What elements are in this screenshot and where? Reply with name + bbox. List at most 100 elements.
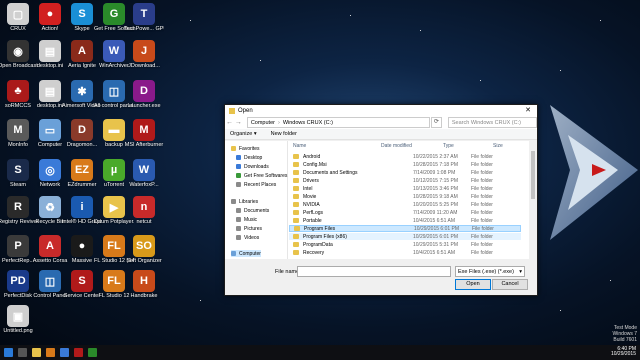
file-type: File folder — [471, 249, 493, 256]
desktop-icon[interactable]: D Launcher.exe — [127, 80, 161, 109]
desktop-icon[interactable]: H Handbrake — [128, 270, 160, 299]
refresh-icon[interactable]: ⟳ — [430, 117, 442, 128]
folder-icon — [293, 170, 299, 175]
taskbar-app-icon[interactable] — [88, 348, 97, 357]
app-icon: EZ — [71, 159, 93, 181]
nav-item[interactable]: Music — [236, 216, 257, 223]
system-clock[interactable]: 6:40 PM 10/29/2015 — [611, 347, 636, 357]
file-name: PerfLogs — [303, 209, 324, 216]
desktop-icon[interactable]: M MSI Afterburner — [125, 119, 163, 148]
desktop-icon[interactable]: SO Soft Organizer — [126, 235, 162, 264]
column-header-type[interactable]: Type — [443, 143, 454, 149]
nav-item[interactable]: Recent Places — [236, 181, 276, 188]
open-button[interactable]: Open — [455, 279, 491, 290]
taskbar-app-icon[interactable] — [46, 348, 55, 357]
file-date: 7/14/2009 1:08 PM — [413, 169, 456, 176]
file-row[interactable]: Config.Msi 10/28/2015 7:18 PM File folder — [289, 161, 521, 168]
folder-icon — [294, 226, 300, 231]
desktop-icon[interactable]: n netcut — [128, 196, 160, 225]
navigation-pane: Favorites Desktop Downloads Get Free Softwa… — [225, 141, 288, 259]
breadcrumb-computer[interactable]: Computer — [251, 120, 275, 126]
nav-item[interactable]: Desktop — [236, 154, 262, 161]
close-icon[interactable]: ✕ — [519, 105, 537, 116]
nav-item[interactable]: Favorites — [231, 145, 260, 152]
app-icon: W — [103, 40, 125, 62]
column-header-name[interactable]: Name — [293, 143, 306, 149]
cancel-button[interactable]: Cancel — [492, 279, 528, 290]
file-name: Intel — [303, 185, 313, 192]
desktop-icon[interactable]: W WaterfoxP... — [128, 159, 160, 188]
app-icon: D — [133, 80, 155, 102]
file-name: Portable — [303, 217, 322, 224]
file-row[interactable]: Movie 10/28/2015 9:18 AM File folder — [289, 193, 521, 200]
vertical-scrollbar[interactable] — [529, 141, 537, 259]
file-type-value: Exe Files (.exe) (*.exe) — [458, 268, 514, 275]
nav-item[interactable]: Downloads — [236, 163, 269, 170]
nav-item[interactable]: Videos — [236, 234, 259, 241]
nav-item[interactable]: Documents — [236, 207, 269, 214]
folder-icon — [293, 186, 299, 191]
dialog-body: Favorites Desktop Downloads Get Free Softwa… — [225, 141, 537, 259]
column-header-size[interactable]: Size — [493, 143, 503, 149]
nav-item[interactable]: Computer — [231, 250, 261, 257]
file-type-select[interactable]: Exe Files (.exe) (*.exe) ▾ — [455, 266, 525, 277]
file-row[interactable]: Documents and Settings 7/14/2009 1:08 PM F… — [289, 169, 521, 176]
app-icon: ✱ — [71, 80, 93, 102]
file-row[interactable]: Recovery 10/4/2015 6:51 AM File folder — [289, 249, 521, 256]
nav-item[interactable]: Pictures — [236, 225, 262, 232]
app-icon: ▤ — [39, 40, 61, 62]
app-icon: W — [133, 159, 155, 181]
command-bar: Organize ▾ New folder — [225, 129, 537, 140]
folder-icon — [293, 202, 299, 207]
file-type: File folder — [471, 209, 493, 216]
forward-arrow-icon[interactable]: → — [234, 119, 243, 126]
app-icon: A — [39, 235, 61, 257]
back-arrow-icon[interactable]: ← — [225, 119, 234, 126]
taskbar-app-icon[interactable] — [32, 348, 41, 357]
file-row[interactable]: NVIDIA 10/20/2015 5:25 PM File folder — [289, 201, 521, 208]
file-type: File folder — [471, 153, 493, 160]
dialog-titlebar[interactable]: Open ✕ — [225, 105, 537, 116]
file-row[interactable]: PerfLogs 7/14/2009 11:20 AM File folder — [289, 209, 521, 216]
file-row[interactable]: Program Files 10/29/2015 6:01 PM File fold… — [289, 225, 521, 232]
nav-item[interactable]: Libraries — [231, 198, 258, 205]
file-name: Program Files (x86) — [303, 233, 347, 240]
new-folder-button[interactable]: New folder — [271, 131, 297, 137]
file-row[interactable]: Intel 10/13/2015 3:46 PM File folder — [289, 185, 521, 192]
start-button[interactable] — [4, 348, 13, 357]
nav-item-icon — [236, 208, 241, 213]
breadcrumb-drive[interactable]: Windows CRUX (C:) — [283, 120, 333, 126]
column-header-date[interactable]: Date modified — [381, 143, 412, 149]
search-input[interactable]: Search Windows CRUX (C:) — [447, 117, 537, 128]
file-row[interactable]: Portable 10/4/2015 6:51 AM File folder — [289, 217, 521, 224]
app-icon: D — [71, 119, 93, 141]
scrollbar-thumb[interactable] — [531, 151, 535, 199]
desktop-icon[interactable]: J JDownload... — [128, 40, 160, 69]
file-name: Documents and Settings — [303, 169, 358, 176]
filename-input[interactable] — [297, 266, 451, 277]
app-icon: ♻ — [39, 196, 61, 218]
chevron-right-icon: › — [277, 119, 280, 126]
nav-item-icon — [236, 173, 241, 178]
file-row[interactable]: Drivers 10/12/2015 7:15 PM File folder — [289, 177, 521, 184]
taskbar-app-icon[interactable] — [74, 348, 83, 357]
file-name: Android — [303, 153, 321, 160]
address-bar[interactable]: Computer › Windows CRUX (C:) — [246, 117, 430, 128]
file-row[interactable]: Program Files (x86) 10/29/2015 6:01 PM Fil… — [289, 233, 521, 240]
watermark-text: Test Mode Windows 7 Build 7601 — [612, 325, 637, 343]
app-icon: SO — [133, 235, 155, 257]
file-row[interactable]: ProgramData 10/29/2015 5:31 PM File folder — [289, 241, 521, 248]
organize-button[interactable]: Organize ▾ — [230, 131, 257, 137]
app-icon: S — [7, 159, 29, 181]
app-icon: ● — [39, 3, 61, 25]
desktop-icon[interactable]: ▣ Untitled.png — [2, 305, 34, 334]
taskbar-app-icon[interactable] — [18, 348, 27, 357]
file-date: 7/14/2009 11:20 AM — [413, 209, 458, 216]
taskbar-app-icon[interactable] — [60, 348, 69, 357]
desktop-icon-label: Launcher.exe — [127, 103, 161, 109]
file-name: NVIDIA — [303, 201, 320, 208]
app-icon: i — [71, 196, 93, 218]
nav-item[interactable]: Get Free Softwares — [236, 172, 287, 179]
file-row[interactable]: Android 10/22/2015 2:37 AM File folder — [289, 153, 521, 160]
desktop-icon[interactable]: TTechPowe... GPU-Z — [124, 3, 164, 32]
